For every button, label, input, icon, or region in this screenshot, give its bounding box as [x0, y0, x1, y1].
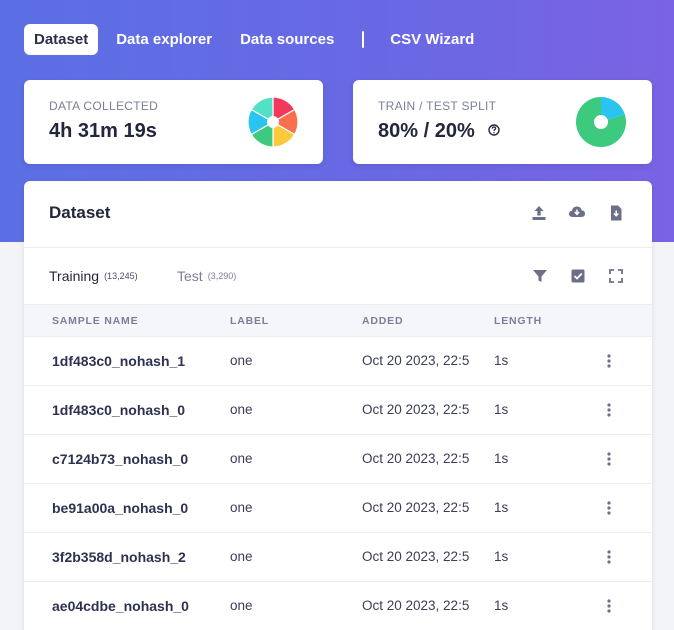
tab-data-explorer[interactable]: Data explorer [106, 24, 222, 55]
row-menu-icon[interactable] [602, 549, 616, 565]
tab-data-sources[interactable]: Data sources [230, 24, 344, 55]
sample-label: one [230, 598, 253, 613]
nav-divider [362, 31, 365, 48]
table-header: SAMPLE NAME LABEL ADDED LENGTH [24, 304, 652, 337]
sample-label: one [230, 451, 253, 466]
subtab-test-count: (3,290) [207, 271, 237, 281]
train-test-split-chart [576, 97, 626, 147]
sample-label: one [230, 402, 253, 417]
sample-added: Oct 20 2023, 22:5 [362, 353, 470, 368]
subtab-training-label: Training [49, 268, 100, 284]
subtab-training[interactable]: Training (13,245) [49, 268, 138, 284]
train-test-split-label: TRAIN / TEST SPLIT [378, 99, 497, 113]
filter-icon[interactable] [531, 267, 549, 285]
sample-label: one [230, 353, 253, 368]
select-all-icon[interactable] [569, 267, 587, 285]
sample-length: 1s [494, 598, 509, 613]
row-menu-icon[interactable] [602, 500, 616, 516]
sample-added: Oct 20 2023, 22:5 [362, 402, 470, 417]
sample-name: 1df483c0_nohash_0 [52, 402, 186, 418]
row-menu-icon[interactable] [602, 598, 616, 614]
sample-added: Oct 20 2023, 22:5 [362, 549, 470, 564]
column-header-sample-name[interactable]: SAMPLE NAME [52, 315, 138, 327]
panel-divider [24, 247, 652, 248]
export-icon[interactable] [607, 204, 625, 222]
subtab-training-count: (13,245) [104, 271, 138, 281]
table-row[interactable]: 1df483c0_nohash_0 one Oct 20 2023, 22:5 … [24, 386, 652, 435]
row-menu-icon[interactable] [602, 353, 616, 369]
sample-label: one [230, 500, 253, 515]
sample-name: 1df483c0_nohash_1 [52, 353, 186, 369]
train-test-split-value: 80% / 20% [378, 120, 475, 142]
tab-dataset[interactable]: Dataset [24, 24, 99, 55]
data-collected-card: DATA COLLECTED 4h 31m 19s [24, 80, 323, 164]
table-row[interactable]: 1df483c0_nohash_1 one Oct 20 2023, 22:5 … [24, 337, 652, 386]
row-menu-icon[interactable] [602, 402, 616, 418]
sample-name: ae04cdbe_nohash_0 [52, 598, 189, 614]
sample-added: Oct 20 2023, 22:5 [362, 598, 470, 613]
panel-title: Dataset [49, 203, 111, 222]
sample-name: 3f2b358d_nohash_2 [52, 549, 186, 565]
column-header-added[interactable]: ADDED [362, 315, 403, 327]
sample-name: be91a00a_nohash_0 [52, 500, 189, 516]
subtab-test[interactable]: Test (3,290) [177, 268, 236, 284]
sample-length: 1s [494, 549, 509, 564]
upload-icon[interactable] [530, 204, 548, 222]
fullscreen-icon[interactable] [607, 267, 625, 285]
column-header-label[interactable]: LABEL [230, 315, 269, 327]
data-collected-value: 4h 31m 19s [49, 120, 157, 142]
row-menu-icon[interactable] [602, 451, 616, 467]
sample-added: Oct 20 2023, 22:5 [362, 500, 470, 515]
sample-length: 1s [494, 402, 509, 417]
column-header-length[interactable]: LENGTH [494, 315, 542, 327]
dataset-panel: Dataset Training (13,245) Test (3,290) SAM… [24, 181, 652, 630]
sample-length: 1s [494, 451, 509, 466]
table-row[interactable]: ae04cdbe_nohash_0 one Oct 20 2023, 22:5 … [24, 582, 652, 630]
data-collected-label: DATA COLLECTED [49, 99, 159, 113]
tab-csv-wizard[interactable]: CSV Wizard [380, 24, 484, 55]
sample-added: Oct 20 2023, 22:5 [362, 451, 470, 466]
cloud-download-icon[interactable] [568, 203, 586, 221]
help-icon[interactable] [488, 124, 500, 136]
table-row[interactable]: be91a00a_nohash_0 one Oct 20 2023, 22:5 … [24, 484, 652, 533]
train-test-split-card: TRAIN / TEST SPLIT 80% / 20% [353, 80, 652, 164]
top-nav: Dataset Data explorer Data sources CSV W… [24, 24, 492, 55]
table-row[interactable]: 3f2b358d_nohash_2 one Oct 20 2023, 22:5 … [24, 533, 652, 582]
sample-label: one [230, 549, 253, 564]
sample-length: 1s [494, 500, 509, 515]
label-distribution-chart [248, 97, 298, 147]
sample-name: c7124b73_nohash_0 [52, 451, 189, 467]
sample-length: 1s [494, 353, 509, 368]
table-row[interactable]: c7124b73_nohash_0 one Oct 20 2023, 22:5 … [24, 435, 652, 484]
subtab-test-label: Test [177, 268, 203, 284]
